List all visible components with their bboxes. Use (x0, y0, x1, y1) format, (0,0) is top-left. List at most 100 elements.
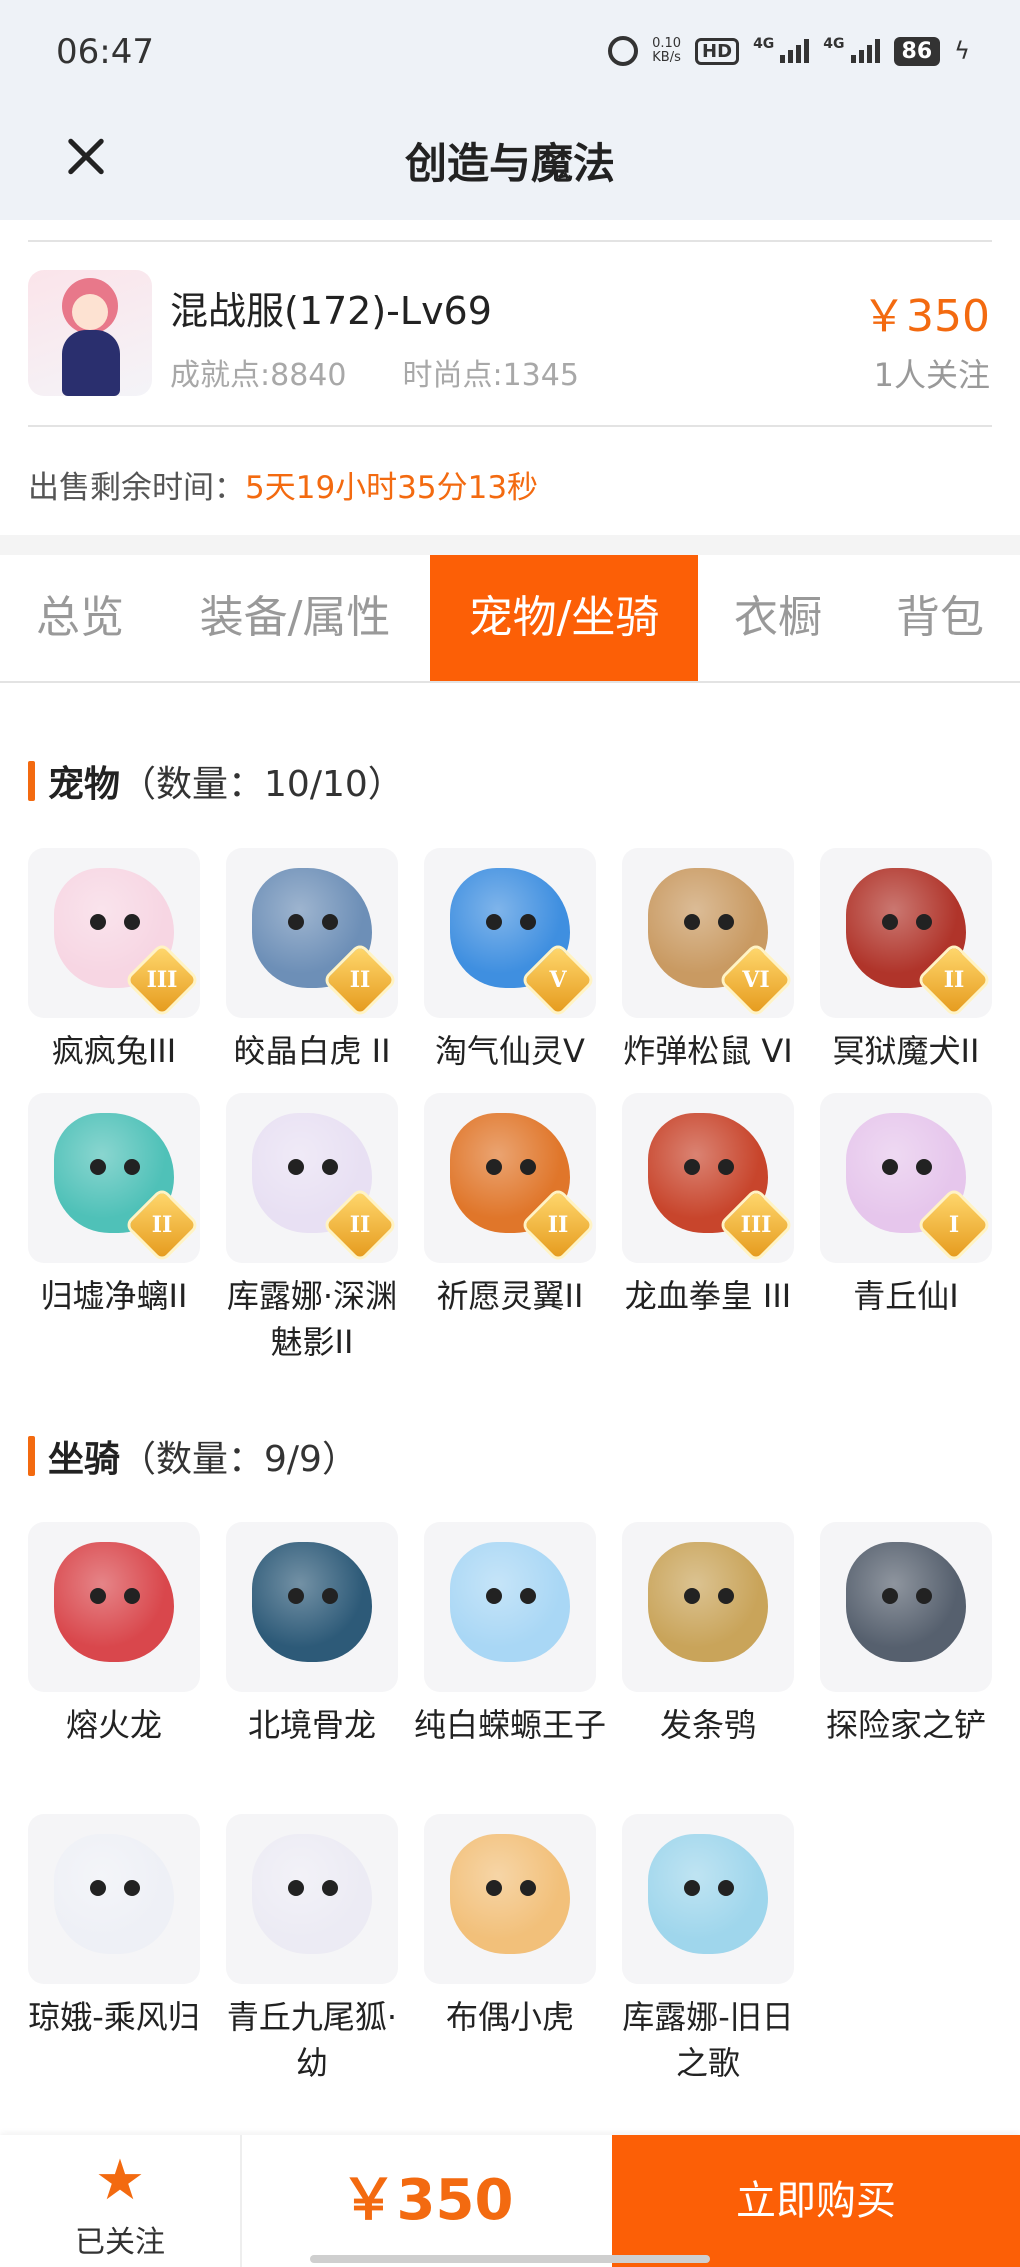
jade-dragon-pet-icon: II (28, 1093, 200, 1263)
follow-label: 已关注 (75, 2225, 165, 2260)
charging-icon: ϟ (954, 37, 970, 65)
salamander-mount-icon (424, 1522, 596, 1692)
pets-item[interactable]: II 冥狱魔犬II (820, 848, 992, 1074)
character-name: 混战服(172)-Lv69 (170, 289, 492, 333)
moon-fairy-mount-icon (28, 1814, 200, 1984)
tab-pets-mounts[interactable]: 宠物/坐骑 (430, 555, 698, 681)
network-speed: 0.10 KB/s (652, 37, 681, 65)
pets-item[interactable]: II 库露娜·深渊魅影II (226, 1093, 398, 1365)
divider (28, 240, 992, 242)
character-avatar (28, 270, 152, 396)
grade-badge: I (920, 1191, 988, 1259)
mounts-item[interactable]: 青丘九尾狐·幼 (226, 1814, 398, 2086)
pets-item[interactable]: VI 炸弹松鼠 VI (622, 848, 794, 1074)
pets-item[interactable]: II 祈愿灵翼II (424, 1093, 596, 1319)
mounts-item-label: 布偶小虎 (445, 1998, 574, 2036)
page-title: 创造与魔法 (404, 139, 615, 188)
grade-badge: II (326, 1191, 394, 1259)
pets-item[interactable]: V 淘气仙灵V (424, 848, 596, 1074)
dragonblood-pet-icon: III (622, 1093, 794, 1263)
pets-count: （数量：10/10） (120, 764, 404, 805)
mounts-item-label: 纯白蝾螈王子 (413, 1706, 606, 1744)
mounts-item-label: 探险家之铲 (825, 1706, 986, 1744)
sale-time-value: 5天19小时35分13秒 (245, 470, 539, 506)
plush-tiger-mount-icon (424, 1814, 596, 1984)
bone-dragon-mount-icon (226, 1522, 398, 1692)
status-bar: 06:47 0.10 KB/s HD 4G 4G 86 ϟ (0, 0, 1020, 110)
tiger-pet-icon: II (226, 848, 398, 1018)
mounts-section-title: 坐骑（数量：9/9） (28, 1430, 358, 1482)
pets-item-label: 疯疯兔III (51, 1032, 177, 1070)
tab-wardrobe[interactable]: 衣橱 (708, 555, 848, 681)
mounts-item[interactable]: 纯白蝾螈王子 (414, 1522, 606, 1748)
mounts-item[interactable]: 布偶小虎 (424, 1814, 596, 2040)
bottom-bar: ★ 已关注 ￥350 立即购买 (0, 2135, 1020, 2267)
section-separator (0, 535, 1020, 555)
pets-item-label: 冥狱魔犬II (832, 1032, 980, 1070)
shovel-mount-icon (820, 1522, 992, 1692)
pets-item[interactable]: III 龙血拳皇 III (622, 1093, 794, 1319)
pets-item[interactable]: II 皎晶白虎 II (226, 848, 398, 1074)
mounts-item-label: 琼娥-乘风归 (28, 1998, 200, 2036)
kuluna-song-mount-icon (622, 1814, 794, 1984)
tab-overview[interactable]: 总览 (0, 555, 160, 681)
mounts-item-label: 发条鸮 (659, 1706, 756, 1744)
buy-now-button[interactable]: 立即购买 (612, 2135, 1020, 2267)
rabbit-pet-icon: III (28, 848, 200, 1018)
fire-dragon-mount-icon (28, 1522, 200, 1692)
pets-item-label: 淘气仙灵V (435, 1032, 585, 1070)
home-indicator[interactable] (310, 2255, 710, 2263)
fox-fairy-pet-icon: I (820, 1093, 992, 1263)
nav-bar: 创造与魔法 (0, 110, 1020, 220)
mounts-item-label: 库露娜-旧日之歌 (622, 1998, 794, 2082)
mounts-item-label: 北境骨龙 (247, 1706, 376, 1744)
kuluna-pet-icon: II (226, 1093, 398, 1263)
grade-badge: II (128, 1191, 196, 1259)
mounts-item[interactable]: 发条鸮 (622, 1522, 794, 1748)
tab-equipment[interactable]: 装备/属性 (170, 555, 420, 681)
grade-badge: III (722, 1191, 790, 1259)
mounts-item[interactable]: 探险家之铲 (820, 1522, 992, 1748)
mounts-item[interactable]: 库露娜-旧日之歌 (622, 1814, 794, 2086)
fashion-points: 时尚点:1345 (402, 358, 579, 393)
sale-time-label: 出售剩余时间： (28, 470, 245, 506)
sim1-network-label: 4G (753, 36, 775, 52)
follow-button[interactable]: ★ 已关注 (0, 2135, 242, 2267)
ninetail-fox-mount-icon (226, 1814, 398, 1984)
listing-price: ￥350 (862, 291, 990, 342)
squirrel-pet-icon: VI (622, 848, 794, 1018)
sale-remaining-time: 出售剩余时间：5天19小时35分13秒 (28, 462, 538, 507)
battery-level: 86 (893, 36, 941, 66)
pets-section-title: 宠物（数量：10/10） (28, 755, 404, 807)
hd-icon: HD (695, 37, 740, 65)
star-icon: ★ (94, 2148, 146, 2213)
mounts-item[interactable]: 琼娥-乘风归 (28, 1814, 200, 2040)
achievement-points: 成就点:8840 (170, 358, 347, 393)
signal-icon (780, 39, 810, 63)
watcher-count: 1人关注 (873, 356, 990, 394)
grade-badge: VI (722, 946, 790, 1014)
grade-badge: II (326, 946, 394, 1014)
divider (28, 425, 992, 427)
sim2-network-label: 4G (823, 36, 845, 52)
grade-badge: II (920, 946, 988, 1014)
mounts-item[interactable]: 熔火龙 (28, 1522, 200, 1748)
pets-item[interactable]: II 归墟净螭II (28, 1093, 200, 1319)
tab-backpack[interactable]: 背包 (860, 555, 1020, 681)
status-time: 06:47 (56, 32, 154, 72)
character-stats: 成就点:8840 时尚点:1345 (170, 350, 579, 394)
blue-puppy-pet-icon: V (424, 848, 596, 1018)
mounts-count: （数量：9/9） (120, 1439, 358, 1480)
pets-item[interactable]: III 疯疯兔III (28, 848, 200, 1074)
network-speed-unit: KB/s (652, 50, 681, 65)
network-speed-value: 0.10 (652, 36, 682, 51)
pets-title: 宠物 (48, 764, 121, 805)
grade-badge: II (524, 1191, 592, 1259)
status-icons: 0.10 KB/s HD 4G 4G 86 ϟ (608, 36, 970, 66)
mounts-item[interactable]: 北境骨龙 (226, 1522, 398, 1748)
alarm-icon (608, 36, 639, 66)
pets-item-label: 归墟净螭II (40, 1277, 188, 1315)
signal-icon (850, 39, 880, 63)
pets-item[interactable]: I 青丘仙I (820, 1093, 992, 1319)
pets-item-label: 龙血拳皇 III (624, 1277, 792, 1315)
